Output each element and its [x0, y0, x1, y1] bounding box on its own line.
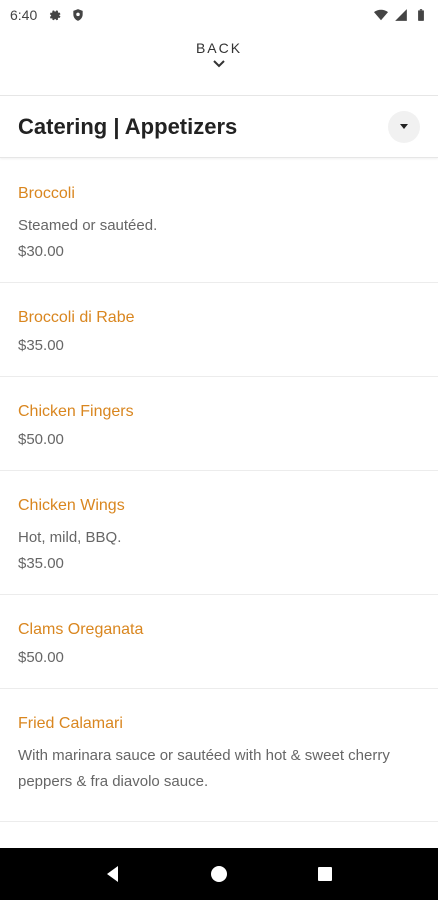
chevron-down-icon — [213, 60, 225, 68]
menu-item-price: $30.00 — [18, 243, 64, 260]
signal-icon — [394, 8, 408, 22]
menu-item[interactable]: Fried Calamari With marinara sauce or sa… — [0, 689, 438, 822]
caret-down-icon — [400, 123, 408, 129]
menu-item-name: Chicken Wings — [18, 497, 125, 514]
menu-item-description: With marinara sauce or sautéed with hot … — [18, 747, 390, 790]
menu-item-description: Steamed or sautéed. — [18, 217, 158, 234]
circle-home-icon — [211, 866, 227, 882]
category-header: Catering | Appetizers — [0, 96, 438, 158]
status-right — [374, 8, 428, 22]
menu-list: Broccoli Steamed or sautéed. $30.00 Broc… — [0, 159, 438, 847]
battery-icon — [414, 8, 428, 22]
menu-item[interactable]: Broccoli di Rabe $35.00 — [0, 283, 438, 377]
triangle-back-icon — [107, 866, 118, 882]
system-nav-bar — [0, 848, 438, 900]
menu-item[interactable]: Clams Oreganata $50.00 — [0, 595, 438, 689]
nav-recents-button[interactable] — [313, 862, 337, 886]
nav-home-button[interactable] — [207, 862, 231, 886]
menu-item-name: Broccoli — [18, 185, 75, 202]
square-recents-icon — [318, 867, 332, 881]
page-title: Catering | Appetizers — [18, 113, 238, 139]
status-left: 6:40 — [10, 7, 85, 23]
menu-item-price: $50.00 — [18, 431, 64, 448]
menu-item-name: Broccoli di Rabe — [18, 309, 135, 326]
shield-icon — [71, 8, 85, 22]
menu-item[interactable]: Chicken Fingers $50.00 — [0, 377, 438, 471]
menu-item-price: $35.00 — [18, 555, 64, 572]
menu-item[interactable]: Chicken Wings Hot, mild, BBQ. $35.00 — [0, 471, 438, 595]
menu-item[interactable]: Broccoli Steamed or sautéed. $30.00 — [0, 159, 438, 283]
status-time: 6:40 — [10, 7, 38, 23]
menu-item-name: Chicken Fingers — [18, 403, 134, 420]
gear-icon — [47, 8, 61, 22]
back-label: BACK — [195, 40, 243, 56]
menu-item-price: $35.00 — [18, 337, 64, 354]
menu-item-name: Fried Calamari — [18, 715, 123, 732]
back-button[interactable]: BACK — [0, 40, 438, 86]
menu-item-name: Clams Oreganata — [18, 621, 144, 638]
menu-item-price: $50.00 — [18, 649, 64, 666]
status-bar: 6:40 — [0, 0, 438, 30]
nav-back-button[interactable] — [101, 862, 125, 886]
menu-item-description: Hot, mild, BBQ. — [18, 529, 122, 546]
wifi-icon — [374, 8, 388, 22]
category-dropdown-button[interactable] — [388, 110, 420, 143]
